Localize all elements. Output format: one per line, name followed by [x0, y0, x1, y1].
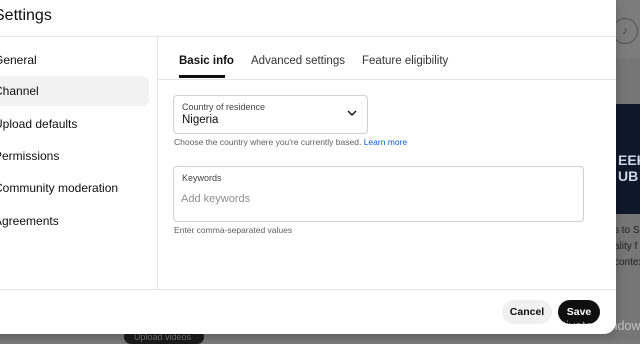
background-banner: EEK UB [616, 104, 640, 214]
settings-sidebar: General Channel Upload defaults Permissi… [0, 37, 158, 290]
banner-text-1: EEK [618, 152, 640, 168]
keywords-field[interactable]: Keywords [173, 166, 584, 222]
activate-windows-watermark: Activate Windows [548, 319, 640, 333]
active-tab-indicator [179, 75, 225, 78]
chevron-down-icon [347, 110, 357, 116]
tab-advanced-settings[interactable]: Advanced settings [251, 55, 345, 67]
divider [0, 289, 616, 290]
banner-text-2: UB [618, 168, 639, 184]
country-label: Country of residence [182, 102, 266, 112]
background-text: s to S [614, 225, 640, 236]
country-help: Choose the country where you're currentl… [174, 137, 407, 147]
country-value: Nigeria [182, 114, 219, 126]
sidebar-item-agreements[interactable]: Agreements [0, 206, 149, 236]
sidebar-item-upload-defaults[interactable]: Upload defaults [0, 109, 149, 139]
tab-feature-eligibility[interactable]: Feature eligibility [362, 55, 448, 67]
country-select[interactable]: Country of residence Nigeria [173, 95, 368, 134]
dialog-title: Settings [0, 7, 52, 24]
learn-more-link[interactable]: Learn more [364, 137, 407, 147]
keywords-label: Keywords [182, 173, 222, 183]
sidebar-item-general[interactable]: General [0, 45, 149, 75]
keywords-help: Enter comma-separated values [174, 225, 293, 235]
channel-tabs: Basic info Advanced settings Feature eli… [158, 37, 616, 80]
cancel-button[interactable]: Cancel [502, 300, 552, 324]
background-text: ality f [614, 241, 638, 252]
keywords-input[interactable] [181, 193, 571, 205]
sidebar-item-permissions[interactable]: Permissions [0, 141, 149, 171]
sidebar-item-channel[interactable]: Channel [0, 76, 149, 106]
background-text: contex [614, 257, 640, 268]
settings-dialog: Settings General Channel Upload defaults… [0, 0, 616, 334]
country-help-text: Choose the country where you're currentl… [174, 137, 362, 147]
tab-basic-info[interactable]: Basic info [179, 55, 234, 67]
sidebar-item-community-moderation[interactable]: Community moderation [0, 173, 149, 203]
